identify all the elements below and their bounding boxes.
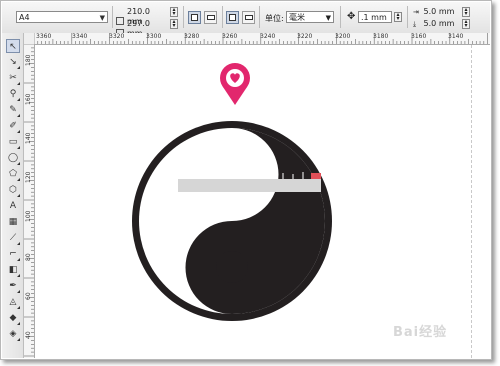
width-spinner[interactable]: ▴ ▾ [170,7,178,17]
ruler-tick-label: 3360 [36,33,52,40]
toolbar-separator [259,6,260,28]
ruler-tick-label: 3220 [297,33,313,40]
paper-size-select[interactable]: A4 ▼ [16,11,108,23]
duplicate-x-value: 5.0 mm [423,7,455,16]
toolbar-separator [222,6,223,28]
height-spinner[interactable]: ▴ ▾ [170,19,178,29]
toolbar-separator [183,6,184,28]
gray-rectangle-shape[interactable] [178,179,321,192]
ruler-tick-label: 100 [25,210,32,222]
polygon-tool-icon[interactable]: ⬠ [6,167,20,181]
ruler-tick-label: 3140 [448,33,464,40]
zoom-tool-icon[interactable]: ⚲ [6,87,20,101]
watermark-text: Bai经验 [393,325,448,340]
yin-yang-dark-dot [216,251,248,283]
ruler-tick-label: 3180 [373,33,389,40]
duplicate-y-value: 5.0 mm [423,19,455,28]
blend-tool-icon[interactable]: ◧ [6,263,20,277]
ruler-tick-label: 40 [25,331,32,339]
nudge-distance-field[interactable]: .1 mm [358,11,392,23]
chevron-down-icon: ▼ [325,14,331,22]
smart-fill-tool-icon[interactable]: ✐ [6,119,20,133]
outline-pen-tool-icon[interactable]: ◬ [6,295,20,309]
ruler-tick-label: 3240 [260,33,276,40]
ruler-tick-label: 3280 [184,33,200,40]
fill-tool-icon[interactable]: ◆ [6,311,20,325]
vertical-ruler[interactable]: 180 160 140 120 100 80 60 40 [24,44,35,358]
landscape-button[interactable] [204,11,217,24]
duplicate-x-field[interactable]: ⇥ 5.0 mm [413,7,454,17]
toolbar-separator [340,6,341,28]
duplicate-y-spinner[interactable]: ▴ ▾ [462,19,470,29]
paper-size-value: A4 [19,13,30,22]
freehand-tool-icon[interactable]: ✎ [6,103,20,117]
canvas-artwork [132,63,332,321]
all-pages-icon [229,14,236,21]
units-select[interactable]: 毫米 ▼ [286,11,334,23]
crop-tool-icon[interactable]: ✂ [6,71,20,85]
ruler-tick-label: 160 [25,93,32,105]
toolbar-separator [407,6,408,28]
heart-map-pin-icon [220,63,250,105]
duplicate-x-icon: ⇥ [413,8,419,16]
ruler-tick-label: 60 [25,292,32,300]
landscape-icon [207,15,215,20]
toolbar-separator [112,6,113,28]
ruler-tick-label: 120 [25,171,32,183]
shape-tool-icon[interactable]: ↘ [6,55,20,69]
app-window: A4 ▼ 210.0 mm 297.0 mm ▴▾ ▴▾ 单位: 毫米 ▼ [0,0,492,360]
eyedropper-tool-icon[interactable]: ✒ [6,279,20,293]
drawing-canvas[interactable] [35,45,490,358]
ruler-tick-label: 3200 [335,33,351,40]
nudge-spinner[interactable]: ▴ ▾ [394,12,402,22]
current-page-button[interactable] [242,11,255,24]
ruler-tick-label: 3340 [72,33,88,40]
ruler-tick-label: 3160 [411,33,427,40]
chevron-down-icon: ▼ [99,14,105,22]
ruler-tick-label: 3300 [146,33,162,40]
text-tool-icon[interactable]: A [6,199,20,213]
basic-shapes-tool-icon[interactable]: ⬡ [6,183,20,197]
ruler-tick-label: 3260 [222,33,238,40]
interactive-fill-tool-icon[interactable]: ◈ [6,327,20,341]
portrait-icon [191,14,198,21]
dimension-tool-icon[interactable]: ⟋ [6,231,20,245]
ruler-tick-label: 140 [25,132,32,144]
horizontal-ruler[interactable]: 3360 3340 3320 3300 3280 3260 3240 3220 … [34,33,490,45]
ellipse-tool-icon[interactable]: ◯ [6,151,20,165]
nudge-icon: ✥ [347,11,356,22]
ruler-tick-label: 80 [25,253,32,261]
toolbox: ↖ ↘ ✂ ⚲ ✎ ✐ ▭ ◯ ⬠ ⬡ A ▦ ⟋ ⌐ ◧ ✒ ◬ ◆ ◈ [2,33,24,358]
yin-yang-symbol[interactable] [132,121,332,321]
units-value: 毫米 [289,13,305,22]
ruler-tick-label: 180 [25,54,32,66]
duplicate-y-icon: ⤓ [413,20,417,28]
property-bar: A4 ▼ 210.0 mm 297.0 mm ▴▾ ▴▾ 单位: 毫米 ▼ [2,2,490,38]
pick-tool-icon[interactable]: ↖ [6,39,20,53]
all-pages-button[interactable] [226,11,239,24]
page-width-field[interactable]: 210.0 mm [116,7,165,26]
portrait-button[interactable] [188,11,201,24]
vertical-ruler-ticks [24,44,34,357]
units-label: 单位: [265,14,284,23]
duplicate-x-spinner[interactable]: ▴ ▾ [462,7,470,17]
table-tool-icon[interactable]: ▦ [6,215,20,229]
red-node-marker [311,173,321,179]
rectangle-tool-icon[interactable]: ▭ [6,135,20,149]
nudge-distance-value: .1 mm [361,13,387,22]
page-height-field[interactable]: 297.0 mm [116,19,165,38]
duplicate-y-field[interactable]: ⤓ 5.0 mm [413,19,454,29]
current-page-icon [245,15,253,20]
connector-tool-icon[interactable]: ⌐ [6,247,20,261]
ruler-tick-label: 3320 [109,33,125,40]
